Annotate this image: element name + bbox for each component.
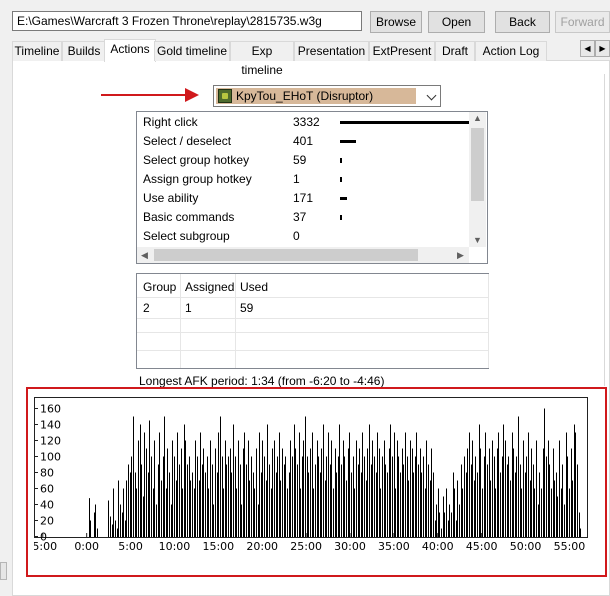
action-row[interactable]: Assign group hotkey 1 <box>143 170 473 189</box>
annotation-arrow-shaft <box>101 94 187 96</box>
row-divider <box>137 332 488 333</box>
column-divider <box>488 274 489 368</box>
used-cell: 59 <box>240 301 254 315</box>
action-name: Select group hotkey <box>143 153 250 167</box>
actions-horizontal-scrollbar[interactable]: ◀ ▶ <box>137 247 469 263</box>
tab-builds[interactable]: Builds <box>62 41 106 61</box>
tab-bar: Timeline Builds Actions Gold timeline Ex… <box>12 39 602 77</box>
player-select-label: KpyTou_EHoT (Disruptor) <box>236 89 374 103</box>
scroll-right-icon[interactable]: ▶ <box>457 247 464 263</box>
tab-timeline[interactable]: Timeline <box>12 41 62 61</box>
action-name: Assign group hotkey <box>143 172 252 186</box>
column-divider <box>235 274 236 368</box>
column-header-assigned[interactable]: Assigned <box>185 277 234 297</box>
action-name: Select subgroup <box>143 229 230 243</box>
column-header-used[interactable]: Used <box>240 277 268 297</box>
browse-button[interactable]: Browse <box>370 11 422 33</box>
action-row[interactable]: Use ability 171 <box>143 189 473 208</box>
replay-path-field[interactable]: E:\Games\Warcraft 3 Frozen Throne\replay… <box>12 11 362 31</box>
row-divider <box>137 350 488 351</box>
tab-extpresent[interactable]: ExtPresent <box>369 41 435 61</box>
tab-scroll-arrows: ◀ ▶ <box>580 40 610 57</box>
action-bar <box>340 197 347 200</box>
action-bar <box>340 177 342 182</box>
action-count: 401 <box>293 134 314 148</box>
annotation-arrow-icon <box>185 88 199 102</box>
hero-portrait-icon <box>218 89 232 103</box>
scroll-down-icon[interactable]: ▼ <box>473 232 482 248</box>
action-bar <box>340 121 470 124</box>
open-button[interactable]: Open <box>428 11 485 33</box>
scrollbar-thumb[interactable] <box>471 128 484 201</box>
back-button[interactable]: Back <box>495 11 550 33</box>
chevron-down-icon[interactable] <box>426 90 437 101</box>
action-row[interactable]: Right click 3332 <box>143 113 473 132</box>
action-bar <box>340 140 356 143</box>
action-count: 37 <box>293 210 307 224</box>
action-bar <box>340 215 342 220</box>
scroll-stub <box>0 562 7 580</box>
tab-gold-timeline[interactable]: Gold timeline <box>154 41 230 61</box>
tab-draft[interactable]: Draft <box>435 41 475 61</box>
action-row[interactable]: Select group hotkey 59 <box>143 151 473 170</box>
scrollbar-thumb[interactable] <box>154 249 418 261</box>
action-count: 171 <box>293 191 314 205</box>
player-select-highlight: KpyTou_EHoT (Disruptor) <box>216 88 416 104</box>
action-name: Basic commands <box>143 210 235 224</box>
player-select[interactable]: KpyTou_EHoT (Disruptor) <box>213 85 441 107</box>
action-name: Use ability <box>143 191 199 205</box>
action-row[interactable]: Basic commands 37 <box>143 208 473 227</box>
assigned-cell: 1 <box>185 301 192 315</box>
column-divider <box>180 274 181 368</box>
action-name: Right click <box>143 115 198 129</box>
action-name: Select / deselect <box>143 134 232 148</box>
action-row[interactable]: Select subgroup 0 <box>143 227 473 246</box>
actions-list[interactable]: Right click 3332 Select / deselect 401 Selec… <box>136 111 488 264</box>
scroll-up-icon[interactable]: ▲ <box>473 110 482 126</box>
afk-period-text: Longest AFK period: 1:34 (from -6:20 to … <box>139 374 385 388</box>
tab-exp-timeline[interactable]: Exp timeline <box>230 41 294 77</box>
action-count: 59 <box>293 153 307 167</box>
tab-action-log[interactable]: Action Log <box>475 41 547 61</box>
action-count: 0 <box>293 229 300 243</box>
forward-button[interactable]: Forward <box>555 11 610 33</box>
actions-vertical-scrollbar[interactable]: ▲ ▼ <box>469 112 486 247</box>
action-count: 1 <box>293 172 300 186</box>
column-header-group[interactable]: Group <box>143 277 176 297</box>
panel-edge <box>604 74 605 386</box>
tab-actions[interactable]: Actions <box>104 39 156 62</box>
hotkey-groups-table[interactable]: Group Assigned Used 2 1 59 <box>136 273 489 369</box>
action-count: 3332 <box>293 115 320 129</box>
tab-scroll-right-icon[interactable]: ▶ <box>595 40 610 57</box>
tab-scroll-left-icon[interactable]: ◀ <box>580 40 595 57</box>
row-divider <box>137 318 488 319</box>
action-row[interactable]: Select / deselect 401 <box>143 132 473 151</box>
scroll-left-icon[interactable]: ◀ <box>141 247 148 263</box>
group-cell: 2 <box>143 301 150 315</box>
action-bar <box>340 158 342 163</box>
annotation-highlight-box <box>26 387 607 577</box>
tab-presentation[interactable]: Presentation <box>294 41 369 61</box>
